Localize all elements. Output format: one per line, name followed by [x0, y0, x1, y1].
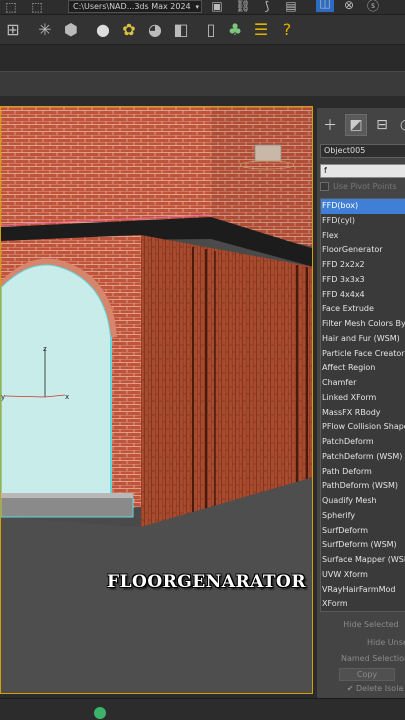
- project-path-text: C:\Users\NAD...3ds Max 2024: [73, 2, 191, 11]
- modifier-list-item[interactable]: Particle Face Creator: [321, 347, 405, 362]
- modifier-list-item[interactable]: Face Extrude: [321, 302, 405, 317]
- object-name-field[interactable]: Object005: [320, 144, 405, 158]
- material-editor-icon[interactable]: ⬢: [60, 18, 82, 40]
- gizmo-x-label: x: [65, 393, 69, 401]
- modifier-list-item[interactable]: FFD 2x2x2: [321, 258, 405, 273]
- modifier-list-item[interactable]: SurfDeform: [321, 524, 405, 539]
- hierarchy-tab-icon[interactable]: ⊟: [371, 114, 393, 136]
- modifier-list-item[interactable]: PFlow Collision Shape: [321, 420, 405, 435]
- delete-isolated-option[interactable]: ✔ Delete Isola: [343, 684, 405, 693]
- modifier-list-item[interactable]: SurfDeform (WSM): [321, 538, 405, 553]
- modifier-list-item[interactable]: Hair and Fur (WSM): [321, 332, 405, 347]
- modifier-list-item[interactable]: XForm: [321, 597, 405, 611]
- render-sphere-icon[interactable]: ●: [92, 18, 114, 40]
- modifier-list-item[interactable]: Spherify: [321, 509, 405, 524]
- modifier-list-dropdown[interactable]: FFD(box) FFD(cyl) Flex FloorGenerator FFD 2x…: [320, 198, 405, 612]
- gizmo-z-label: z: [43, 345, 47, 353]
- modify-tab-icon[interactable]: ◩: [345, 114, 367, 136]
- select-object-icon[interactable]: ◫: [316, 0, 334, 12]
- modifier-list-item[interactable]: Chamfer: [321, 376, 405, 391]
- chevron-down-icon: ▾: [195, 3, 199, 11]
- modifier-list-item[interactable]: FloorGenerator: [321, 243, 405, 258]
- create-tab-icon[interactable]: ＋: [319, 114, 341, 136]
- motion-tab-icon[interactable]: ◔: [395, 114, 405, 136]
- modifier-list-item[interactable]: UVW Xform: [321, 568, 405, 583]
- command-panel-tabs: ＋ ◩ ⊟ ◔: [317, 110, 405, 140]
- copy-button[interactable]: Copy: [339, 668, 395, 681]
- modifier-list-item[interactable]: Affect Region: [321, 361, 405, 376]
- modifier-list-item[interactable]: Filter Mesh Colors By: [321, 317, 405, 332]
- arch-opening: [1, 263, 112, 501]
- caption-overlay: FLOORGENARATOR: [107, 572, 306, 592]
- status-bar: [0, 698, 405, 720]
- perspective-viewport[interactable]: z x y FLOORGENARATOR: [0, 106, 313, 694]
- main-toolbar: ⊞ ✳ ⬢ ● ✿ ◕ ◧ ▯ ♣ ☰ ?: [0, 15, 405, 45]
- scatter-icon[interactable]: ✳: [34, 18, 56, 40]
- modifier-list-item[interactable]: Surface Mapper (WSM): [321, 553, 405, 568]
- use-pivot-points-option[interactable]: Use Pivot Points: [320, 180, 405, 194]
- snaps-icon[interactable]: ⊞: [2, 18, 24, 40]
- list-icon[interactable]: ☰: [250, 18, 272, 40]
- modifier-list-item[interactable]: PatchDeform: [321, 435, 405, 450]
- help-circle-icon[interactable]: ?: [276, 18, 298, 40]
- scene-explorer-icon[interactable]: ▯: [200, 18, 222, 40]
- modifier-list-item[interactable]: Quadify Mesh: [321, 494, 405, 509]
- delete-isolated-label: Delete Isola: [355, 684, 404, 693]
- gizmo-y-label: y: [1, 393, 5, 401]
- modifier-list-item[interactable]: Linked XForm: [321, 391, 405, 406]
- modifier-list-item[interactable]: PathDeform (WSM): [321, 479, 405, 494]
- modifier-list-item[interactable]: FFD 3x3x3: [321, 273, 405, 288]
- color-palette-icon[interactable]: ◕: [144, 18, 166, 40]
- title-toolbar: ⬚ ⬚ C:\Users\NAD...3ds Max 2024 ▾ ▣ ⛓ ⟆ …: [0, 0, 405, 15]
- app-window: ⬚ ⬚ C:\Users\NAD...3ds Max 2024 ▾ ▣ ⛓ ⟆ …: [0, 0, 405, 720]
- use-pivot-points-checkbox[interactable]: [320, 182, 329, 191]
- window-sill: [1, 496, 134, 518]
- hide-selected-button[interactable]: Hide Selected: [341, 620, 401, 629]
- refresh-icon[interactable]: ⊗: [338, 0, 360, 16]
- render-frame-icon[interactable]: ◧: [170, 18, 192, 40]
- check-icon: ✔: [346, 684, 354, 693]
- modifier-list-item[interactable]: FFD(cyl): [321, 214, 405, 229]
- status-indicator-icon: [94, 707, 106, 719]
- toolbar-spacer: [0, 45, 405, 71]
- modifier-list-item[interactable]: FFD(box): [321, 199, 405, 214]
- ribbon-strip: [0, 71, 405, 96]
- hide-unselected-button[interactable]: Hide Unse: [367, 638, 405, 647]
- scene-render: z x y: [1, 107, 312, 693]
- help-icon[interactable]: ⓢ: [362, 0, 384, 16]
- teapot-palette-icon[interactable]: ✿: [118, 18, 140, 40]
- project-path-field[interactable]: C:\Users\NAD...3ds Max 2024 ▾: [68, 0, 202, 13]
- named-selection-sets-label: Named Selection: [341, 654, 405, 663]
- modifier-list-item[interactable]: MassFX RBody: [321, 406, 405, 421]
- grass-icon[interactable]: ♣: [224, 18, 246, 40]
- use-pivot-points-label: Use Pivot Points: [333, 182, 397, 191]
- modifier-list-item[interactable]: VRayHairFarmMod: [321, 583, 405, 598]
- command-panel: ＋ ◩ ⊟ ◔ Object005 f Use Pivot Points FFD…: [316, 108, 405, 698]
- lower-right-wall: [141, 235, 312, 527]
- modifier-list-item[interactable]: Flex: [321, 229, 405, 244]
- small-box-object: [254, 144, 282, 162]
- window-sill-top: [1, 493, 133, 498]
- modifier-list-item[interactable]: Path Deform: [321, 465, 405, 480]
- upper-brick-wall: [1, 107, 211, 227]
- modifier-search-input[interactable]: f: [320, 164, 405, 178]
- modifier-list-item[interactable]: FFD 4x4x4: [321, 288, 405, 303]
- modifier-list-item[interactable]: PatchDeform (WSM): [321, 450, 405, 465]
